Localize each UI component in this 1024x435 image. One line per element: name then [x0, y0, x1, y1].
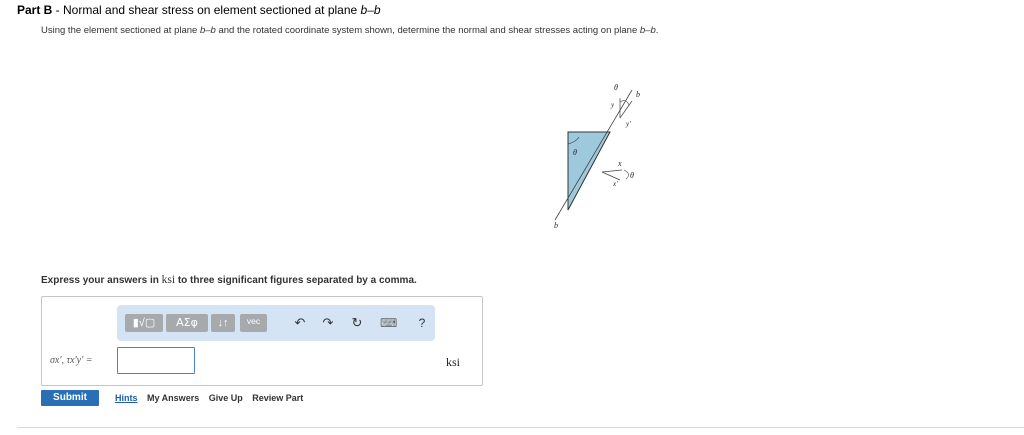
part-label: Part B	[17, 3, 53, 17]
express-answers-instruction: Express your answers in ksi to three sig…	[41, 274, 417, 286]
express-unit: ksi	[161, 274, 176, 286]
y-prime-label: y'	[625, 120, 631, 128]
arrows-button[interactable]: ↓↑	[211, 314, 235, 332]
x-axis	[601, 169, 623, 173]
redo-icon[interactable]: ↷	[320, 315, 336, 331]
reset-icon[interactable]: ↻	[349, 315, 365, 331]
give-up-link[interactable]: Give Up	[209, 393, 243, 403]
theta-left-label: θ	[573, 148, 577, 157]
part-title: Part B - Normal and shear stress on elem…	[17, 3, 381, 17]
express-suffix: to three significant figures separated b…	[175, 275, 417, 286]
y-prime-axis	[619, 100, 633, 119]
b-bottom-label: b	[554, 221, 558, 230]
hints-link[interactable]: Hints	[115, 393, 138, 403]
vector-button[interactable]: vec	[240, 314, 267, 332]
theta-top-label: θ	[614, 83, 618, 92]
answer-unit: ksi	[446, 355, 461, 369]
part-title-text: Normal and shear stress on element secti…	[63, 3, 361, 17]
submit-button[interactable]: Submit	[41, 390, 99, 406]
help-button[interactable]: ?	[414, 315, 430, 331]
triangle-element	[567, 131, 611, 211]
theta-arc-right	[623, 169, 629, 180]
part-separator: -	[52, 3, 64, 17]
plane-b-line	[554, 89, 633, 221]
x-prime-axis	[601, 171, 621, 181]
instructions-middle: and the rotated coordinate system shown,…	[215, 25, 640, 36]
instructions-suffix: .	[655, 25, 659, 36]
my-answers-link[interactable]: My Answers	[147, 393, 199, 403]
express-prefix: Express your answers in	[41, 275, 162, 286]
part-plane: b–b	[360, 3, 381, 17]
stress-element-figure: θ b y y' θ x x' θ b	[554, 83, 640, 230]
review-part-link[interactable]: Review Part	[252, 393, 303, 403]
bottom-divider	[17, 427, 1024, 428]
instructions-plane-2: b–b	[639, 25, 656, 36]
keyboard-icon[interactable]: ⌨	[380, 315, 397, 331]
answer-actions: Hints My Answers Give Up Review Part	[115, 393, 310, 403]
x-label: x	[617, 159, 622, 168]
answer-label: σx', τx'y' =	[50, 355, 93, 366]
greek-symbols-button[interactable]: ΑΣφ	[166, 314, 208, 332]
answer-input[interactable]	[117, 347, 195, 374]
math-toolbar: ▮√▢ ΑΣφ ↓↑ vec ↶ ↷ ↻ ⌨ ?	[117, 305, 435, 341]
theta-right-label: θ	[630, 171, 634, 180]
b-top-label: b	[636, 90, 640, 99]
x-prime-label: x'	[612, 180, 618, 188]
y-label: y	[610, 101, 615, 109]
templates-button[interactable]: ▮√▢	[125, 314, 163, 332]
answer-box: ▮√▢ ΑΣφ ↓↑ vec ↶ ↷ ↻ ⌨ ? σx', τx'y' = ks…	[41, 296, 483, 386]
instructions-plane: b–b	[199, 25, 216, 36]
instructions-prefix: Using the element sectioned at plane	[41, 25, 200, 36]
instructions: Using the element sectioned at plane b–b…	[41, 25, 658, 36]
undo-icon[interactable]: ↶	[292, 315, 308, 331]
